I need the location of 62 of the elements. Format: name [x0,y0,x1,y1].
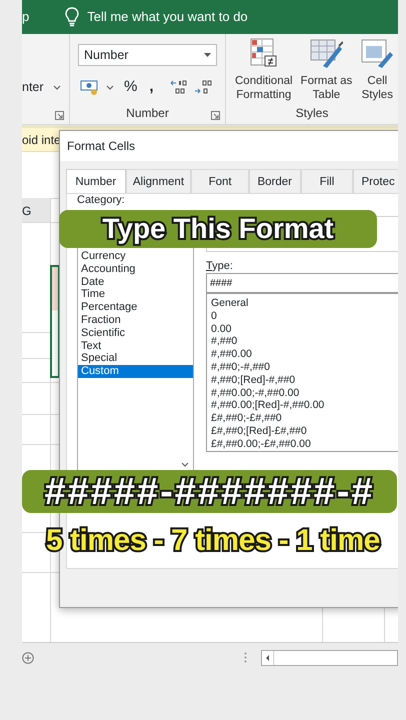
category-item[interactable]: Currency [78,250,193,263]
lightbulb-icon[interactable] [65,7,80,27]
format-code-item[interactable]: #,##0;[Red]-#,##0 [211,374,398,387]
category-item[interactable]: Text [78,340,193,352]
tab[interactable]: Border [248,169,301,193]
format-code-item[interactable]: £#,##0;[Red]-£#,##0 [211,424,398,438]
format-code-item[interactable]: #,##0.00;-#,##0.00 [211,386,398,400]
category-item[interactable]: Time [78,288,193,302]
caret-icon[interactable] [106,84,114,90]
category-item[interactable]: Date [78,276,193,288]
type-label: Type: [206,259,233,274]
format-code-item[interactable]: General [211,297,398,310]
tab[interactable]: Number [66,169,126,193]
dialog-launcher-icon[interactable] [211,111,220,120]
tab[interactable]: Alignment [126,169,192,193]
increase-decimal-icon[interactable] [170,79,188,96]
tell-me-search[interactable]: Tell me what you want to do [87,7,248,27]
splitter-handle-icon[interactable] [244,652,247,663]
group-label: Styles [294,105,330,122]
format-code-item[interactable]: #,##0;-#,##0 [211,360,398,374]
styles-gallery-button[interactable]: Conditional Formatting [232,34,296,102]
format-code-item[interactable]: #,##0 [211,335,398,348]
caret-icon [204,53,211,57]
caption-text: 5 times - 7 times - 1 time [46,523,380,559]
format-as-table-icon [309,38,344,68]
category-label: Category: [77,194,125,206]
format-code-item[interactable]: #,##0.00 [211,348,398,361]
category-item[interactable]: Percentage [78,301,193,314]
tab[interactable]: Font [191,169,249,193]
currency-icon[interactable] [80,79,100,96]
dialog-launcher-icon[interactable] [55,111,64,120]
caption-text: Type This Format [102,215,334,243]
category-item[interactable]: Scientific [78,326,193,340]
tab[interactable]: Protec [353,169,398,193]
selected-cell-range[interactable] [50,265,60,378]
type-input[interactable]: #### [206,273,398,293]
horizontal-scrollbar[interactable] [261,650,398,666]
format-code-item[interactable]: 0.00 [211,322,398,336]
format-code-item[interactable]: #,##0.00;[Red]-#,##0.00 [211,399,398,412]
format-code-item[interactable]: £#,##0;-£#,##0 [211,412,398,425]
add-sheet-icon[interactable] [22,652,34,664]
percent-style-button[interactable]: % [124,76,138,98]
caption-text: #####-#######-# [44,472,375,510]
format-code-item[interactable]: £#,##0.00;-£#,##0.00 [211,438,398,451]
ribbon-tab[interactable]: p [22,7,30,27]
category-item[interactable]: Special [78,352,193,366]
category-item[interactable]: Accounting [78,262,193,276]
decrease-decimal-icon[interactable] [194,79,212,96]
number-format-dropdown[interactable]: Number [78,44,217,66]
caret-icon[interactable] [52,84,61,90]
scroll-down-icon[interactable] [181,462,190,468]
styles-gallery-button[interactable]: Format as Table [298,34,356,102]
cell-styles-icon [360,38,394,68]
comma-style-button[interactable]: , [149,76,154,98]
category-item[interactable]: Fraction [78,314,193,327]
group-label: Number [125,105,170,122]
tab[interactable]: Fill [300,169,354,193]
format-code-item[interactable]: 0 [211,310,398,323]
merge-center-button[interactable]: nter [22,78,44,97]
styles-gallery-button[interactable]: Cell Styles [357,34,398,102]
dialog-title: Format Cells [67,138,136,155]
category-item[interactable]: Custom [78,365,193,378]
